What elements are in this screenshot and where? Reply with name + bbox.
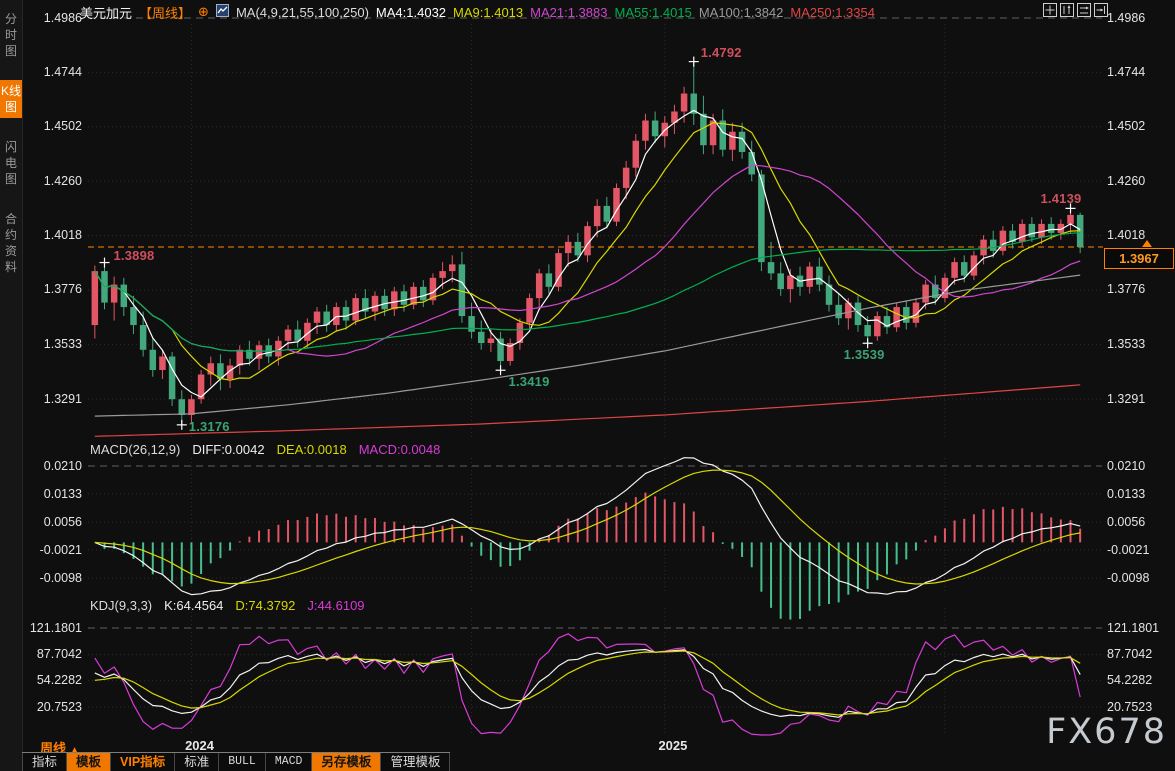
horizontal-scale-icon[interactable]	[1077, 3, 1091, 17]
axis-tick-label: 1.3533	[28, 337, 82, 351]
sidebar-item-contract-info[interactable]: 合约资料	[0, 208, 22, 278]
axis-tick-label: 1.4502	[28, 119, 82, 133]
tab-bull[interactable]: BULL	[219, 753, 266, 771]
kdj-d-value: D:74.3792	[235, 598, 295, 613]
tab-standard[interactable]: 标准	[175, 753, 219, 771]
symbol-name: 美元加元	[80, 3, 132, 22]
axis-tick-label: 1.4986	[28, 11, 82, 25]
axis-tick-label: 0.0056	[1107, 515, 1169, 529]
axis-tick-label: 20.7523	[28, 700, 82, 714]
x-axis-year-label: 2024	[185, 738, 214, 753]
axis-tick-label: 1.3776	[1107, 282, 1169, 296]
axis-tick-label: -0.0021	[28, 543, 82, 557]
tab-macd[interactable]: MACD	[266, 753, 313, 771]
pan-tool-icon[interactable]	[1043, 3, 1057, 17]
price-annotation: 1.3419	[509, 374, 550, 389]
ma-settings-label[interactable]: MA(4,9,21,55,100,250)	[236, 5, 369, 20]
axis-tick-label: 121.1801	[28, 621, 82, 635]
price-annotation: 1.4139	[1041, 191, 1082, 206]
axis-tick-label: 0.0056	[28, 515, 82, 529]
price-up-arrow-icon	[1142, 240, 1152, 247]
axis-tick-label: -0.0021	[1107, 543, 1169, 557]
bottom-toolbar: 指标 模板 VIP指标 标准 BULL MACD 另存模板 管理模板	[22, 752, 450, 771]
macd-macd-value: MACD:0.0048	[359, 442, 441, 457]
axis-tick-label: 20.7523	[1107, 700, 1169, 714]
axis-tick-label: 1.4744	[28, 65, 82, 79]
chart-control-buttons	[1043, 3, 1108, 17]
macd-diff-value: DIFF:0.0042	[192, 442, 264, 457]
sidebar-item-candlestick-chart[interactable]: K线图	[0, 80, 22, 118]
macd-panel-header: MACD(26,12,9) DIFF:0.0042 DEA:0.0018 MAC…	[90, 442, 440, 457]
macd-title[interactable]: MACD(26,12,9)	[90, 442, 180, 457]
axis-tick-label: 0.0133	[28, 487, 82, 501]
x-axis-year-label: 2025	[658, 738, 687, 753]
sidebar-item-timeline-chart[interactable]: 分时图	[0, 8, 22, 62]
axis-tick-label: 1.3291	[28, 392, 82, 406]
jump-to-latest-icon[interactable]	[1094, 3, 1108, 17]
axis-tick-label: 1.4260	[28, 174, 82, 188]
tab-indicators[interactable]: 指标	[22, 753, 67, 771]
axis-tick-label: 87.7042	[1107, 647, 1169, 661]
axis-tick-label: 121.1801	[1107, 621, 1169, 635]
axis-tick-label: 1.4018	[1107, 228, 1169, 242]
axis-tick-label: 1.3291	[1107, 392, 1169, 406]
chart-header: 美元加元 【周线】 ⊕ MA(4,9,21,55,100,250) MA4:1.…	[80, 3, 875, 21]
axis-tick-label: 0.0210	[28, 459, 82, 473]
tab-templates[interactable]: 模板	[67, 753, 111, 771]
axis-tick-label: 0.0133	[1107, 487, 1169, 501]
price-annotation: 1.3176	[189, 419, 230, 434]
axis-tick-label: 54.2282	[28, 673, 82, 687]
axis-tick-label: 1.4018	[28, 228, 82, 242]
axis-tick-label: 87.7042	[28, 647, 82, 661]
axis-tick-label: 1.3533	[1107, 337, 1169, 351]
tab-manage-templates[interactable]: 管理模板	[381, 753, 450, 771]
axis-tick-label: 1.4986	[1107, 11, 1169, 25]
sidebar-item-lightning-chart[interactable]: 闪电图	[0, 136, 22, 190]
current-price-tag: 1.3967	[1104, 248, 1174, 269]
vertical-scale-icon[interactable]	[1060, 3, 1074, 17]
tab-save-template[interactable]: 另存模板	[312, 753, 381, 771]
period-badge: 【周线】	[139, 3, 191, 22]
axis-tick-label: 1.4744	[1107, 65, 1169, 79]
ma250-value: MA250:1.3354	[790, 5, 875, 20]
kdj-k-value: K:64.4564	[164, 598, 223, 613]
macd-dea-value: DEA:0.0018	[277, 442, 347, 457]
axis-tick-label: 1.4260	[1107, 174, 1169, 188]
axis-tick-label: -0.0098	[28, 571, 82, 585]
price-annotation: 1.3539	[844, 347, 885, 362]
fx678-watermark: FX678	[1046, 712, 1167, 752]
chart-mode-sidebar: 分时图 K线图 闪电图 合约资料	[0, 0, 23, 771]
ma55-value: MA55:1.4015	[614, 5, 691, 20]
ma100-value: MA100:1.3842	[699, 5, 784, 20]
chart-type-icon[interactable]	[216, 4, 229, 20]
add-indicator-icon[interactable]: ⊕	[198, 4, 209, 20]
kdj-j-value: J:44.6109	[307, 598, 364, 613]
price-chart-canvas[interactable]	[0, 0, 1175, 771]
tab-vip-indicators[interactable]: VIP指标	[111, 753, 175, 771]
ma9-value: MA9:1.4013	[453, 5, 523, 20]
ma4-value: MA4:1.4032	[376, 5, 446, 20]
axis-tick-label: 1.4502	[1107, 119, 1169, 133]
axis-tick-label: 1.3776	[28, 282, 82, 296]
kdj-title[interactable]: KDJ(9,3,3)	[90, 598, 152, 613]
price-annotation: 1.4792	[701, 45, 742, 60]
trading-app-window: 分时图 K线图 闪电图 合约资料 美元加元 【周线】 ⊕ MA(4,9,21,5…	[0, 0, 1175, 771]
axis-tick-label: -0.0098	[1107, 571, 1169, 585]
kdj-panel-header: KDJ(9,3,3) K:64.4564 D:74.3792 J:44.6109	[90, 598, 365, 613]
ma21-value: MA21:1.3883	[530, 5, 607, 20]
axis-tick-label: 54.2282	[1107, 673, 1169, 687]
axis-tick-label: 0.0210	[1107, 459, 1169, 473]
price-annotation: 1.3898	[113, 248, 154, 263]
